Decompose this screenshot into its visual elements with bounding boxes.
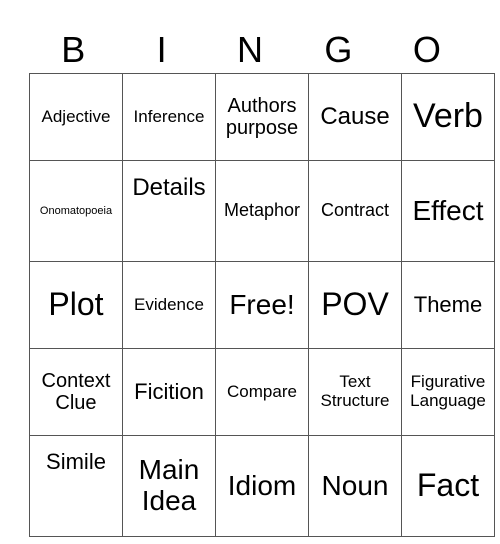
bingo-cell[interactable]: Noun xyxy=(308,435,402,537)
grid-row: Simile Main Idea Idiom Noun Fact xyxy=(29,435,495,537)
header-letter-n: N xyxy=(237,29,264,70)
bingo-grid: Adjective Inference Authors purpose Caus… xyxy=(29,73,495,537)
bingo-cell[interactable]: Authors purpose xyxy=(215,73,309,161)
grid-row: Onomatopoeia Details Metaphor Contract E… xyxy=(29,160,495,262)
bingo-cell[interactable]: Onomatopoeia xyxy=(29,160,123,262)
bingo-cell[interactable]: Evidence xyxy=(122,261,216,349)
header-letter-o: O xyxy=(412,29,441,70)
bingo-cell[interactable]: Inference xyxy=(122,73,216,161)
bingo-cell[interactable]: Context Clue xyxy=(29,348,123,436)
bingo-cell[interactable]: Fact xyxy=(401,435,495,537)
bingo-cell[interactable]: Main Idea xyxy=(122,435,216,537)
bingo-cell[interactable]: Effect xyxy=(401,160,495,262)
bingo-cell[interactable]: Theme xyxy=(401,261,495,349)
bingo-cell[interactable]: Cause xyxy=(308,73,402,161)
bingo-header: B I N G O xyxy=(29,28,471,72)
bingo-cell[interactable]: Metaphor xyxy=(215,160,309,262)
bingo-cell[interactable]: Idiom xyxy=(215,435,309,537)
bingo-cell[interactable]: Figurative Language xyxy=(401,348,495,436)
bingo-cell[interactable]: Adjective xyxy=(29,73,123,161)
header-letter-b: B xyxy=(61,29,86,70)
grid-row: Plot Evidence Free! POV Theme xyxy=(29,261,495,349)
bingo-cell[interactable]: Simile xyxy=(29,435,123,537)
header-letter-i: I xyxy=(156,29,167,70)
bingo-cell[interactable]: Details xyxy=(122,160,216,262)
free-space-cell[interactable]: Free! xyxy=(215,261,309,349)
header-letter-g: G xyxy=(324,29,353,70)
bingo-cell[interactable]: Text Structure xyxy=(308,348,402,436)
grid-row: Adjective Inference Authors purpose Caus… xyxy=(29,73,495,161)
bingo-cell[interactable]: Contract xyxy=(308,160,402,262)
bingo-cell[interactable]: Ficition xyxy=(122,348,216,436)
bingo-cell[interactable]: Compare xyxy=(215,348,309,436)
grid-row: Context Clue Ficition Compare Text Struc… xyxy=(29,348,495,436)
bingo-cell[interactable]: Verb xyxy=(401,73,495,161)
bingo-cell[interactable]: Plot xyxy=(29,261,123,349)
bingo-cell[interactable]: POV xyxy=(308,261,402,349)
